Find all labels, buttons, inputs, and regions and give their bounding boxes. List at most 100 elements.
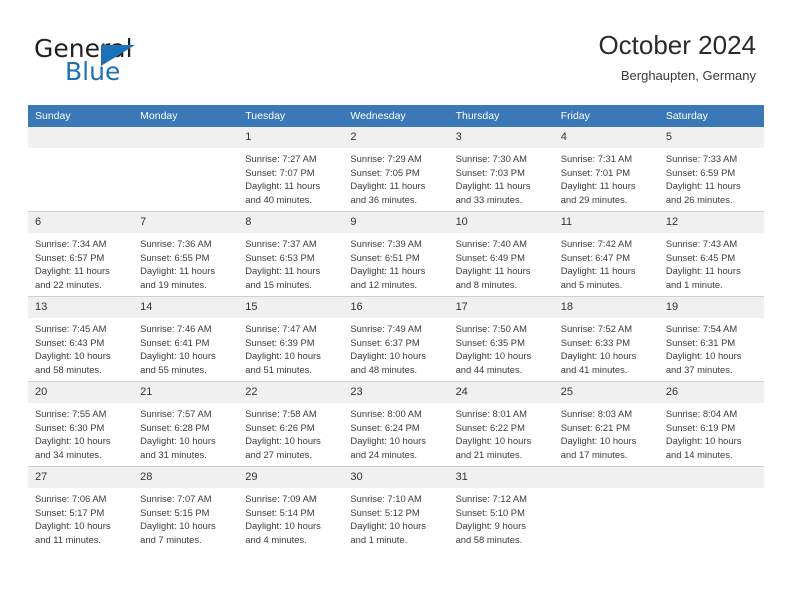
day-number: 17	[448, 297, 554, 318]
daylight-duration-line1: Daylight: 10 hours	[245, 520, 321, 532]
day-number: 18	[553, 297, 659, 318]
daylight-duration-line2: and 51 minutes.	[245, 363, 312, 375]
daylight-duration-line2: and 33 minutes.	[455, 193, 523, 205]
calendar-day-cell[interactable]: 30 Sunrise: 7:10 AM Sunset: 5:12 PM Dayligh…	[343, 466, 449, 551]
sunset-time: Sunset: 6:31 PM	[665, 336, 736, 348]
calendar-day-cell[interactable]: 12 Sunrise: 7:43 AM Sunset: 6:45 PM Dayligh…	[658, 211, 764, 297]
calendar-day-cell[interactable]: 7 Sunrise: 7:36 AM Sunset: 6:55 PM Daylight…	[133, 211, 239, 297]
logo-text-blue: Blue	[65, 57, 121, 86]
calendar-day-cell[interactable]: 3 Sunrise: 7:30 AM Sunset: 7:03 PM Daylight…	[448, 127, 554, 212]
sunset-time: Sunset: 7:05 PM	[350, 166, 420, 178]
calendar-day-cell[interactable]: 18 Sunrise: 7:52 AM Sunset: 6:33 PM Dayligh…	[553, 296, 659, 382]
calendar-day-cell[interactable]: 11 Sunrise: 7:42 AM Sunset: 6:47 PM Dayligh…	[553, 211, 659, 297]
calendar-day-cell[interactable]: 8 Sunrise: 7:37 AM Sunset: 6:53 PM Daylight…	[238, 211, 344, 297]
calendar-day-cell[interactable]: 10 Sunrise: 7:40 AM Sunset: 6:49 PM Dayligh…	[448, 211, 554, 297]
calendar-day-cell[interactable]: 22 Sunrise: 7:58 AM Sunset: 6:26 PM Dayligh…	[238, 381, 344, 467]
sunrise-time: Sunrise: 7:36 AM	[140, 238, 212, 249]
day-details: Sunrise: 8:03 AM Sunset: 6:21 PM Daylight:…	[554, 403, 659, 461]
daylight-duration-line2: and 24 minutes.	[350, 448, 418, 460]
calendar-day-cell[interactable]: 24 Sunrise: 8:01 AM Sunset: 6:22 PM Dayligh…	[448, 381, 554, 467]
sunset-time: Sunset: 6:47 PM	[560, 251, 631, 263]
calendar-day-cell[interactable]: 23 Sunrise: 8:00 AM Sunset: 6:24 PM Dayligh…	[343, 381, 449, 467]
daylight-duration-line1: Daylight: 10 hours	[140, 520, 216, 532]
calendar-day-cell[interactable]: 9 Sunrise: 7:39 AM Sunset: 6:51 PM Daylight…	[343, 211, 449, 297]
calendar-day-cell[interactable]: 5 Sunrise: 7:33 AM Sunset: 6:59 PM Daylight…	[658, 127, 764, 212]
day-details: Sunrise: 7:33 AM Sunset: 6:59 PM Daylight:…	[659, 148, 764, 206]
calendar-day-cell[interactable]: 17 Sunrise: 7:50 AM Sunset: 6:35 PM Dayligh…	[448, 296, 554, 382]
sunset-time: Sunset: 5:14 PM	[245, 506, 315, 518]
sunrise-time: Sunrise: 7:43 AM	[665, 238, 738, 249]
calendar-day-cell[interactable]: 25 Sunrise: 8:03 AM Sunset: 6:21 PM Dayligh…	[553, 381, 659, 467]
daylight-duration-line1: Daylight: 11 hours	[665, 265, 741, 277]
sunset-time: Sunset: 6:49 PM	[455, 251, 525, 263]
sunset-time: Sunset: 6:55 PM	[140, 251, 210, 263]
calendar-day-cell[interactable]: 31 Sunrise: 7:12 AM Sunset: 5:10 PM Dayligh…	[448, 466, 554, 551]
calendar-day-cell[interactable]: 19 Sunrise: 7:54 AM Sunset: 6:31 PM Dayligh…	[658, 296, 764, 382]
sunset-time: Sunset: 6:30 PM	[35, 421, 105, 433]
weekday-header-friday: Friday	[553, 105, 659, 127]
daylight-duration-line2: and 21 minutes.	[455, 448, 523, 460]
day-details: Sunrise: 7:45 AM Sunset: 6:43 PM Daylight:…	[28, 318, 133, 376]
daylight-duration-line1: Daylight: 10 hours	[350, 435, 426, 447]
calendar-day-cell[interactable]: 6 Sunrise: 7:34 AM Sunset: 6:57 PM Daylight…	[28, 211, 134, 297]
calendar-day-cell[interactable]: 13 Sunrise: 7:45 AM Sunset: 6:43 PM Dayligh…	[28, 296, 134, 382]
day-details: Sunrise: 7:36 AM Sunset: 6:55 PM Daylight:…	[133, 233, 238, 291]
daylight-duration-line2: and 1 minute.	[665, 278, 723, 290]
calendar-day-cell[interactable]: 2 Sunrise: 7:29 AM Sunset: 7:05 PM Daylight…	[343, 127, 449, 212]
day-details: Sunrise: 7:34 AM Sunset: 6:57 PM Daylight:…	[28, 233, 133, 291]
daylight-duration-line2: and 11 minutes.	[35, 533, 102, 545]
daylight-duration-line2: and 14 minutes.	[665, 448, 733, 460]
sunset-time: Sunset: 6:35 PM	[455, 336, 525, 348]
sunrise-time: Sunrise: 7:45 AM	[35, 323, 107, 334]
daylight-duration-line2: and 29 minutes.	[560, 193, 628, 205]
day-number: 3	[448, 127, 554, 148]
daylight-duration-line2: and 37 minutes.	[665, 363, 733, 375]
day-number: 2	[343, 127, 449, 148]
calendar-day-cell[interactable]: 15 Sunrise: 7:47 AM Sunset: 6:39 PM Dayligh…	[238, 296, 344, 382]
daylight-duration-line1: Daylight: 10 hours	[350, 350, 426, 362]
daylight-duration-line1: Daylight: 11 hours	[245, 265, 321, 277]
day-details: Sunrise: 7:43 AM Sunset: 6:45 PM Daylight:…	[659, 233, 764, 291]
daylight-duration-line2: and 40 minutes.	[245, 193, 312, 205]
day-number: 12	[658, 212, 764, 233]
daylight-duration-line2: and 22 minutes.	[35, 278, 102, 290]
day-number: 13	[28, 297, 134, 318]
day-number: 8	[238, 212, 344, 233]
calendar-page: General Blue October 2024 Berghaupten, G…	[0, 0, 792, 612]
daylight-duration-line2: and 5 minutes.	[560, 278, 623, 290]
day-details: Sunrise: 7:46 AM Sunset: 6:41 PM Daylight:…	[133, 318, 238, 376]
calendar-day-cell[interactable]: 14 Sunrise: 7:46 AM Sunset: 6:41 PM Dayligh…	[133, 296, 239, 382]
day-details: Sunrise: 7:58 AM Sunset: 6:26 PM Daylight:…	[238, 403, 343, 461]
day-number: 14	[133, 297, 239, 318]
sunrise-time: Sunrise: 7:46 AM	[140, 323, 212, 334]
sunset-time: Sunset: 6:19 PM	[665, 421, 736, 433]
sunrise-time: Sunrise: 7:31 AM	[560, 153, 633, 164]
day-number: 30	[343, 467, 449, 488]
calendar-day-cell[interactable]: 26 Sunrise: 8:04 AM Sunset: 6:19 PM Dayligh…	[658, 381, 764, 467]
sunset-time: Sunset: 5:10 PM	[455, 506, 525, 518]
calendar-day-cell[interactable]: 27 Sunrise: 7:06 AM Sunset: 5:17 PM Dayligh…	[28, 466, 134, 551]
daylight-duration-line2: and 44 minutes.	[455, 363, 523, 375]
sunrise-time: Sunrise: 8:04 AM	[665, 408, 738, 419]
daylight-duration-line2: and 36 minutes.	[350, 193, 418, 205]
sunset-time: Sunset: 6:28 PM	[140, 421, 210, 433]
day-number: 1	[238, 127, 344, 148]
calendar-day-cell[interactable]: 4 Sunrise: 7:31 AM Sunset: 7:01 PM Daylight…	[553, 127, 659, 212]
daylight-duration-line2: and 8 minutes.	[455, 278, 518, 290]
calendar-day-cell[interactable]: 28 Sunrise: 7:07 AM Sunset: 5:15 PM Dayligh…	[133, 466, 239, 551]
calendar-day-cell[interactable]: 29 Sunrise: 7:09 AM Sunset: 5:14 PM Dayligh…	[238, 466, 344, 551]
day-number	[658, 467, 764, 488]
day-number: 22	[238, 382, 344, 403]
sunrise-time: Sunrise: 7:06 AM	[35, 493, 107, 504]
calendar-day-cell[interactable]: 1 Sunrise: 7:27 AM Sunset: 7:07 PM Daylight…	[238, 127, 344, 212]
sunrise-time: Sunrise: 7:12 AM	[455, 493, 527, 504]
daylight-duration-line2: and 26 minutes.	[665, 193, 733, 205]
day-number: 9	[343, 212, 449, 233]
calendar-day-cell[interactable]: 20 Sunrise: 7:55 AM Sunset: 6:30 PM Dayligh…	[28, 381, 134, 467]
calendar-day-cell[interactable]: 16 Sunrise: 7:49 AM Sunset: 6:37 PM Dayligh…	[343, 296, 449, 382]
daylight-duration-line1: Daylight: 11 hours	[455, 265, 531, 277]
sunrise-time: Sunrise: 7:40 AM	[455, 238, 527, 249]
sunrise-time: Sunrise: 7:27 AM	[245, 153, 317, 164]
calendar-day-cell[interactable]: 21 Sunrise: 7:57 AM Sunset: 6:28 PM Dayligh…	[133, 381, 239, 467]
day-number: 7	[133, 212, 239, 233]
